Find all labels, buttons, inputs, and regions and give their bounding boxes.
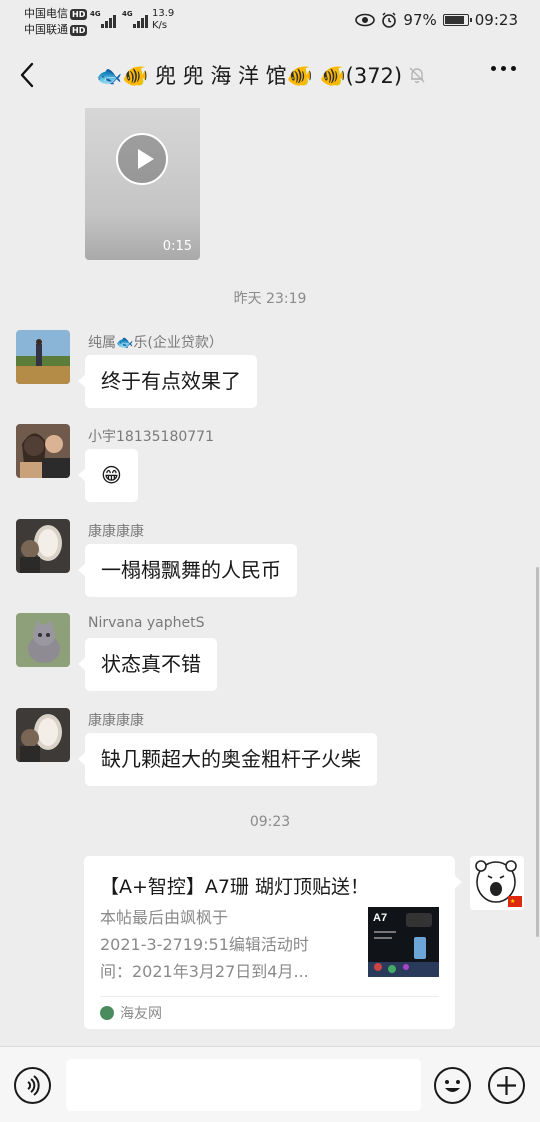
sender-name: 小宇18135180771 — [88, 429, 214, 445]
text-bubble[interactable]: 缺几颗超大的奥金粗杆子火柴 — [78, 733, 377, 786]
chat-header: 🐟🐠 兜 兜 海 洋 馆🐠 🐠(372) — [0, 44, 540, 108]
timestamp: 09:23 — [249, 814, 291, 830]
timestamp: 昨天 23:19 — [233, 291, 307, 307]
emoji-bubble[interactable]: 😁 — [78, 449, 138, 502]
sender-name: 纯属🐟乐(企业贷款） — [88, 335, 223, 351]
play-icon[interactable] — [116, 133, 168, 185]
video-duration: 0:15 — [162, 239, 192, 254]
sender-name: Nirvana yaphetS — [88, 615, 205, 631]
network-type: 4G — [90, 10, 101, 18]
emoji-icon[interactable] — [434, 1067, 471, 1104]
avatar[interactable] — [16, 519, 70, 573]
avatar[interactable] — [16, 424, 70, 478]
sender-name: 康康康康 — [88, 713, 144, 729]
hd-badge: HD — [70, 8, 88, 20]
avatar[interactable] — [16, 708, 70, 762]
chat-title: 🐟🐠 兜 兜 海 洋 馆🐠 🐠(372) — [96, 64, 403, 88]
card-description: 本帖最后由飒枫于 2021-3-2719:51编辑活动时 间：2021年3月27… — [100, 908, 309, 981]
signal-icon: 4G — [90, 10, 116, 28]
avatar[interactable] — [16, 613, 70, 667]
card-title: 【A+智控】A7珊 瑚灯顶贴送！ — [100, 876, 370, 898]
right-status-group: 97% 09:23 — [355, 11, 518, 29]
scrollbar[interactable] — [536, 567, 539, 937]
source-name: 海友网 — [120, 1006, 162, 1022]
divider — [100, 996, 439, 997]
svg-text:★: ★ — [510, 898, 515, 905]
network-speed: 13.9 K/s — [152, 8, 175, 31]
signal-icon: 4G — [122, 10, 148, 28]
message-list[interactable]: 0:15 昨天 23:19 纯属🐟乐(企业贷款） 终于有点效果了 小宇18135… — [0, 108, 540, 1046]
hd-badge: HD — [70, 24, 88, 36]
carrier-info: 中国电信 HD 中国联通 HD — [24, 6, 88, 38]
text-bubble[interactable]: 一榻榻飘舞的人民币 — [78, 544, 297, 597]
mute-bell-icon — [409, 67, 425, 84]
more-icon[interactable] — [491, 66, 516, 71]
card-source: 海友网 — [100, 1003, 162, 1023]
text-bubble[interactable]: 状态真不错 — [78, 638, 217, 691]
thumbnail-label: A7 — [373, 912, 387, 924]
battery-percent: 97% — [403, 11, 437, 29]
sender-name: 康康康康 — [88, 524, 144, 540]
text-bubble[interactable]: 终于有点效果了 — [78, 355, 257, 408]
clock-time: 09:23 — [474, 11, 518, 29]
alarm-icon — [382, 12, 397, 28]
voice-icon[interactable] — [14, 1067, 51, 1104]
avatar[interactable] — [16, 330, 70, 384]
carrier-1: 中国电信 — [24, 7, 68, 20]
back-icon[interactable] — [14, 58, 44, 92]
card-thumbnail: A7 — [368, 907, 439, 977]
link-card[interactable]: 【A+智控】A7珊 瑚灯顶贴送！ 本帖最后由飒枫于 2021-3-2719:51… — [84, 856, 462, 1029]
plus-icon[interactable] — [488, 1067, 525, 1104]
my-avatar[interactable]: ★ — [470, 856, 524, 910]
network-type: 4G — [122, 10, 133, 18]
battery-icon — [442, 14, 472, 26]
input-bar — [0, 1046, 540, 1122]
signal-indicators: 4G 4G — [90, 10, 148, 28]
chat-title-group[interactable]: 🐟🐠 兜 兜 海 洋 馆🐠 🐠(372) — [96, 60, 426, 90]
source-logo-icon — [100, 1006, 114, 1020]
video-message[interactable]: 0:15 — [85, 108, 200, 260]
status-bar: 中国电信 HD 中国联通 HD 4G 4G 13.9 K/s 97% 09:23 — [0, 0, 540, 44]
message-input[interactable] — [66, 1059, 421, 1111]
eye-icon — [355, 13, 376, 27]
carrier-2: 中国联通 — [24, 23, 68, 36]
